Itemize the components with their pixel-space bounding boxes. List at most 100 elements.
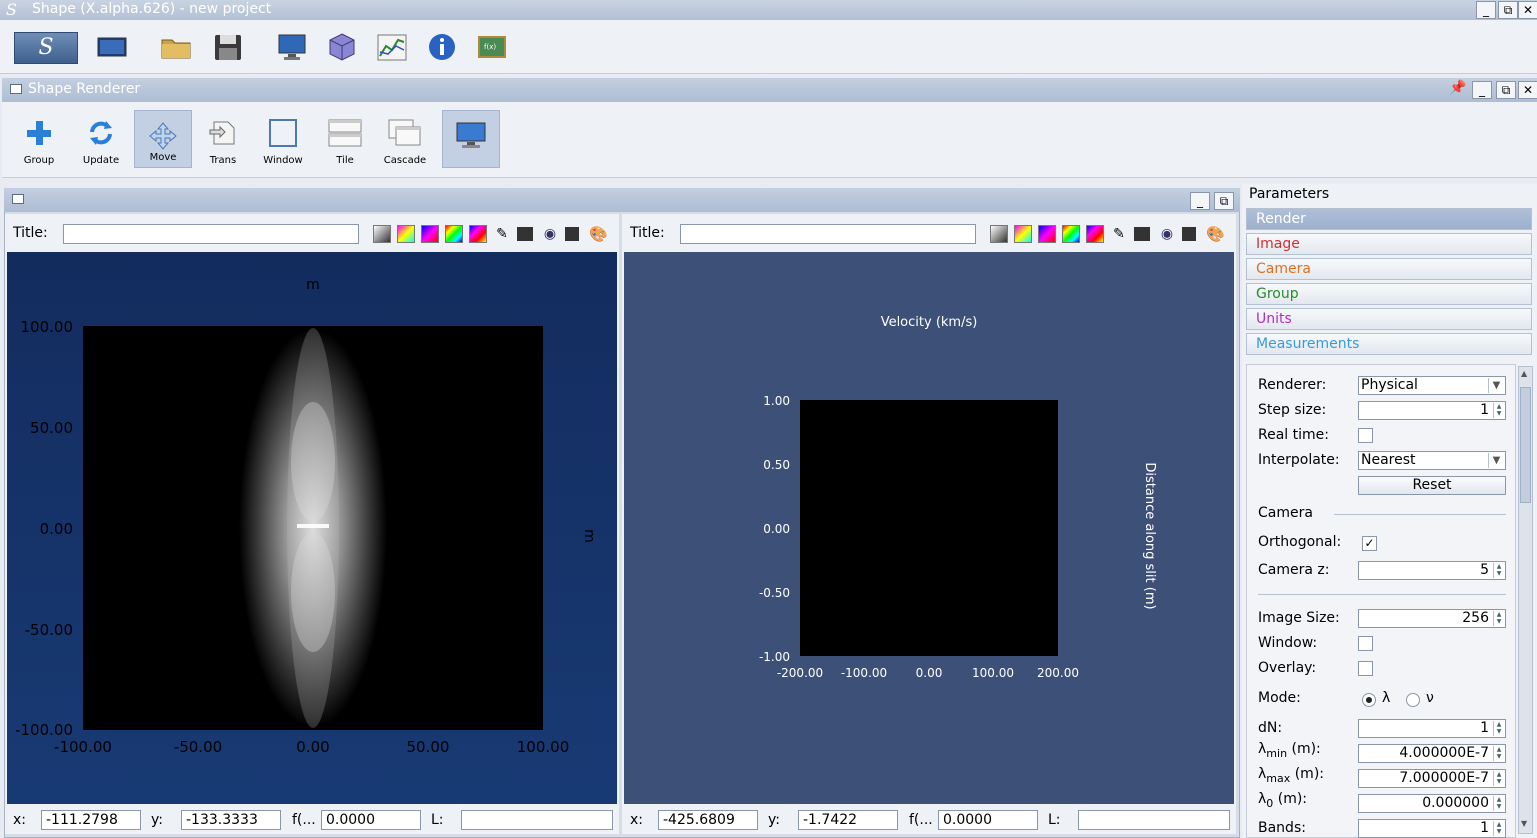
wand-icon[interactable]: ✎: [493, 225, 511, 243]
window-button[interactable]: Window: [254, 108, 312, 170]
mode-lambda-radio[interactable]: [1362, 693, 1376, 707]
orthogonal-checkbox[interactable]: ✓: [1362, 536, 1377, 551]
eye-icon[interactable]: ◉: [1158, 225, 1176, 243]
tab-render[interactable]: Render: [1246, 208, 1532, 230]
monitor-icon[interactable]: [276, 32, 308, 62]
image-icon[interactable]: [96, 32, 128, 62]
bands-field[interactable]: 1 ▲ ▼: [1358, 819, 1506, 838]
info-icon[interactable]: [426, 32, 458, 62]
cascade-button[interactable]: Cascade: [376, 108, 434, 170]
chevron-down-icon: ▼: [1488, 378, 1504, 393]
spinner-icon[interactable]: ▲ ▼: [1493, 721, 1504, 736]
folder-open-icon[interactable]: [160, 32, 192, 62]
left-status-row: x: -111.2798 y: -133.3333 f(... 0.0000 L…: [5, 808, 619, 834]
renderer-minimize-button[interactable]: _: [1472, 81, 1492, 99]
left-plot[interactable]: m m 100.00 50.00 0.00 -50.00 -100.00 -10…: [7, 252, 617, 804]
orthogonal-label: Orthogonal:: [1258, 534, 1342, 550]
left-title-label: Title:: [13, 225, 48, 241]
picture-icon[interactable]: [1134, 227, 1150, 241]
overlay-checkbox[interactable]: [1358, 661, 1373, 676]
right-y-label: y:: [768, 812, 780, 828]
lambda-zero-field[interactable]: 0.000000 ▲ ▼: [1358, 794, 1506, 813]
palette-icon[interactable]: 🎨: [589, 225, 608, 243]
tab-group[interactable]: Group: [1246, 283, 1532, 305]
left-title-input[interactable]: [63, 224, 359, 244]
camera-z-field[interactable]: 5 ▲ ▼: [1358, 561, 1506, 580]
image-size-field[interactable]: 256 ▲ ▼: [1358, 609, 1506, 628]
save-icon[interactable]: [212, 32, 244, 62]
spinner-icon[interactable]: ▲ ▼: [1493, 821, 1504, 836]
rainbow-colormap-icon[interactable]: [1062, 225, 1080, 243]
lambda-max-field[interactable]: 7.000000E-7 ▲ ▼: [1358, 769, 1506, 788]
trans-button[interactable]: Trans: [194, 108, 252, 170]
scroll-up-icon[interactable]: ▲: [1521, 369, 1527, 378]
left-x-label: x:: [13, 812, 27, 828]
pastel-colormap-icon[interactable]: [1014, 225, 1032, 243]
save-image-icon[interactable]: [1182, 227, 1196, 241]
move-button[interactable]: Move: [134, 110, 192, 168]
maximize-button[interactable]: ⧉: [1498, 1, 1518, 19]
cube-icon[interactable]: [326, 32, 358, 62]
right-plot-top-label: Velocity (km/s): [881, 315, 978, 330]
tile-button[interactable]: Tile: [316, 108, 374, 170]
magenta-colormap-icon[interactable]: [1038, 225, 1056, 243]
spectrum-colormap-icon[interactable]: [1086, 225, 1104, 243]
pin-icon[interactable]: 📌: [1448, 80, 1468, 100]
renderer-header: Shape Renderer 📌 _ ⧉ ✕: [2, 78, 1537, 102]
tab-camera[interactable]: Camera: [1246, 258, 1532, 280]
right-render-panel: Title: ✎ ◉ 🎨 Velocity (km/s) Distance al…: [622, 214, 1236, 834]
left-xtick: 50.00: [407, 738, 450, 756]
save-image-icon[interactable]: [565, 227, 579, 241]
step-size-field[interactable]: 1 ▲ ▼: [1358, 401, 1506, 420]
wand-icon[interactable]: ✎: [1110, 225, 1128, 243]
mode-nu-radio[interactable]: [1406, 693, 1420, 707]
shape-logo-icon[interactable]: S: [14, 32, 78, 64]
renderer-close-button[interactable]: ✕: [1518, 81, 1537, 99]
right-f-value: 0.0000: [938, 810, 1038, 830]
picture-icon[interactable]: [517, 227, 533, 241]
spinner-icon[interactable]: ▲ ▼: [1493, 403, 1504, 418]
window-checkbox[interactable]: [1358, 636, 1373, 651]
left-ytick: 0.00: [40, 520, 73, 538]
spinner-icon[interactable]: ▲ ▼: [1493, 611, 1504, 626]
gray-colormap-icon[interactable]: [373, 225, 391, 243]
spinner-icon[interactable]: ▲ ▼: [1493, 771, 1504, 786]
frame-minimize-button[interactable]: _: [1190, 192, 1210, 210]
dn-field[interactable]: 1 ▲ ▼: [1358, 719, 1506, 738]
spinner-icon[interactable]: ▲ ▼: [1493, 563, 1504, 578]
right-plot-right-label: Distance along slit (m): [1142, 462, 1157, 609]
scroll-down-icon[interactable]: ▼: [1521, 819, 1527, 828]
reset-button[interactable]: Reset: [1358, 476, 1506, 495]
palette-icon[interactable]: 🎨: [1206, 225, 1225, 243]
tab-measurements[interactable]: Measurements: [1246, 333, 1532, 355]
minimize-button[interactable]: _: [1476, 1, 1496, 19]
group-button[interactable]: Group: [10, 108, 68, 170]
right-title-input[interactable]: [680, 224, 976, 244]
rainbow-colormap-icon[interactable]: [445, 225, 463, 243]
pastel-colormap-icon[interactable]: [397, 225, 415, 243]
eye-icon[interactable]: ◉: [541, 225, 559, 243]
renderer-title: Shape Renderer: [28, 81, 141, 97]
interpolate-select[interactable]: Nearest ▼: [1358, 451, 1506, 470]
frame-maximize-button[interactable]: ⧉: [1214, 192, 1234, 210]
left-xtick: -100.00: [54, 738, 112, 756]
graph-icon[interactable]: [376, 32, 408, 62]
tab-image[interactable]: Image: [1246, 233, 1532, 255]
update-button[interactable]: Update: [72, 108, 130, 170]
gray-colormap-icon[interactable]: [990, 225, 1008, 243]
renderer-select[interactable]: Physical ▼: [1358, 376, 1506, 395]
close-button[interactable]: ✕: [1518, 1, 1537, 19]
renderer-maximize-button[interactable]: ⧉: [1496, 81, 1516, 99]
spinner-icon[interactable]: ▲ ▼: [1493, 796, 1504, 811]
spinner-icon[interactable]: ▲ ▼: [1493, 746, 1504, 761]
lambda-min-field[interactable]: 4.000000E-7 ▲ ▼: [1358, 744, 1506, 763]
scrollbar-thumb[interactable]: [1520, 387, 1531, 503]
right-plot[interactable]: Velocity (km/s) Distance along slit (m) …: [624, 252, 1234, 804]
display-button[interactable]: [442, 110, 500, 168]
tab-units[interactable]: Units: [1246, 308, 1532, 330]
spectrum-colormap-icon[interactable]: [469, 225, 487, 243]
real-time-checkbox[interactable]: [1358, 428, 1373, 443]
chalkboard-icon[interactable]: f(x): [476, 32, 508, 62]
magenta-colormap-icon[interactable]: [421, 225, 439, 243]
parameters-scrollbar[interactable]: ▲ ▼: [1518, 366, 1533, 834]
